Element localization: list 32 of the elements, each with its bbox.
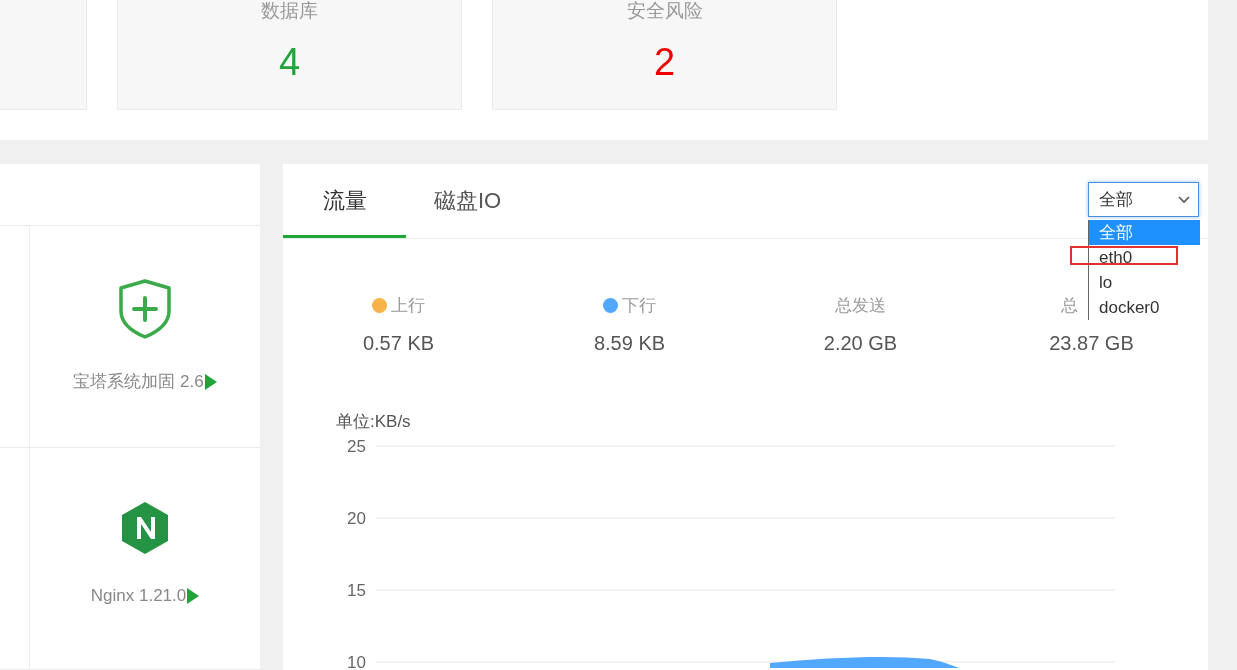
interface-select[interactable]: 全部: [1088, 182, 1199, 217]
card-label: 数据库: [261, 0, 318, 22]
stat-value: 23.87 GB: [1049, 332, 1134, 355]
card-label: 安全风险: [626, 0, 703, 22]
card-value: 2: [653, 40, 676, 84]
dropdown-option[interactable]: docker0: [1089, 295, 1200, 320]
stat-label: 总发送: [835, 294, 886, 317]
stat-value: 8.59 KB: [593, 332, 666, 355]
card-value: 4: [278, 40, 301, 84]
tab[interactable]: 磁盘IO: [406, 164, 529, 238]
y-tick-label: 10: [347, 653, 366, 668]
dropdown-option[interactable]: lo: [1089, 270, 1200, 295]
stat-label: 下行: [622, 294, 656, 317]
stat-label: 总: [1060, 294, 1078, 317]
software-item[interactable]: 宝塔系统加固 2.6: [30, 226, 260, 448]
chevron-down-icon: [1178, 195, 1190, 204]
shield-plus-icon: [117, 278, 173, 340]
software-name: 宝塔系统加固 2.6: [73, 371, 204, 393]
y-tick-label: 20: [347, 509, 366, 528]
stat-value: 0.57 KB: [362, 332, 435, 355]
stat-label: 上行: [391, 294, 425, 317]
play-icon: [187, 588, 200, 604]
software-name: Nginx 1.21.0: [90, 586, 187, 606]
play-icon: [204, 373, 217, 390]
dropdown-option[interactable]: eth0: [1089, 245, 1200, 270]
axis-unit: 单位:KB/s: [336, 411, 412, 433]
stat-value: 2.20 GB: [823, 332, 898, 355]
y-tick-label: 15: [347, 581, 366, 600]
tab[interactable]: 流量: [283, 164, 406, 238]
software-item[interactable]: Nginx 1.21.0: [30, 448, 260, 670]
hexagon-n-icon: [120, 500, 170, 556]
y-tick-label: 25: [347, 437, 366, 456]
